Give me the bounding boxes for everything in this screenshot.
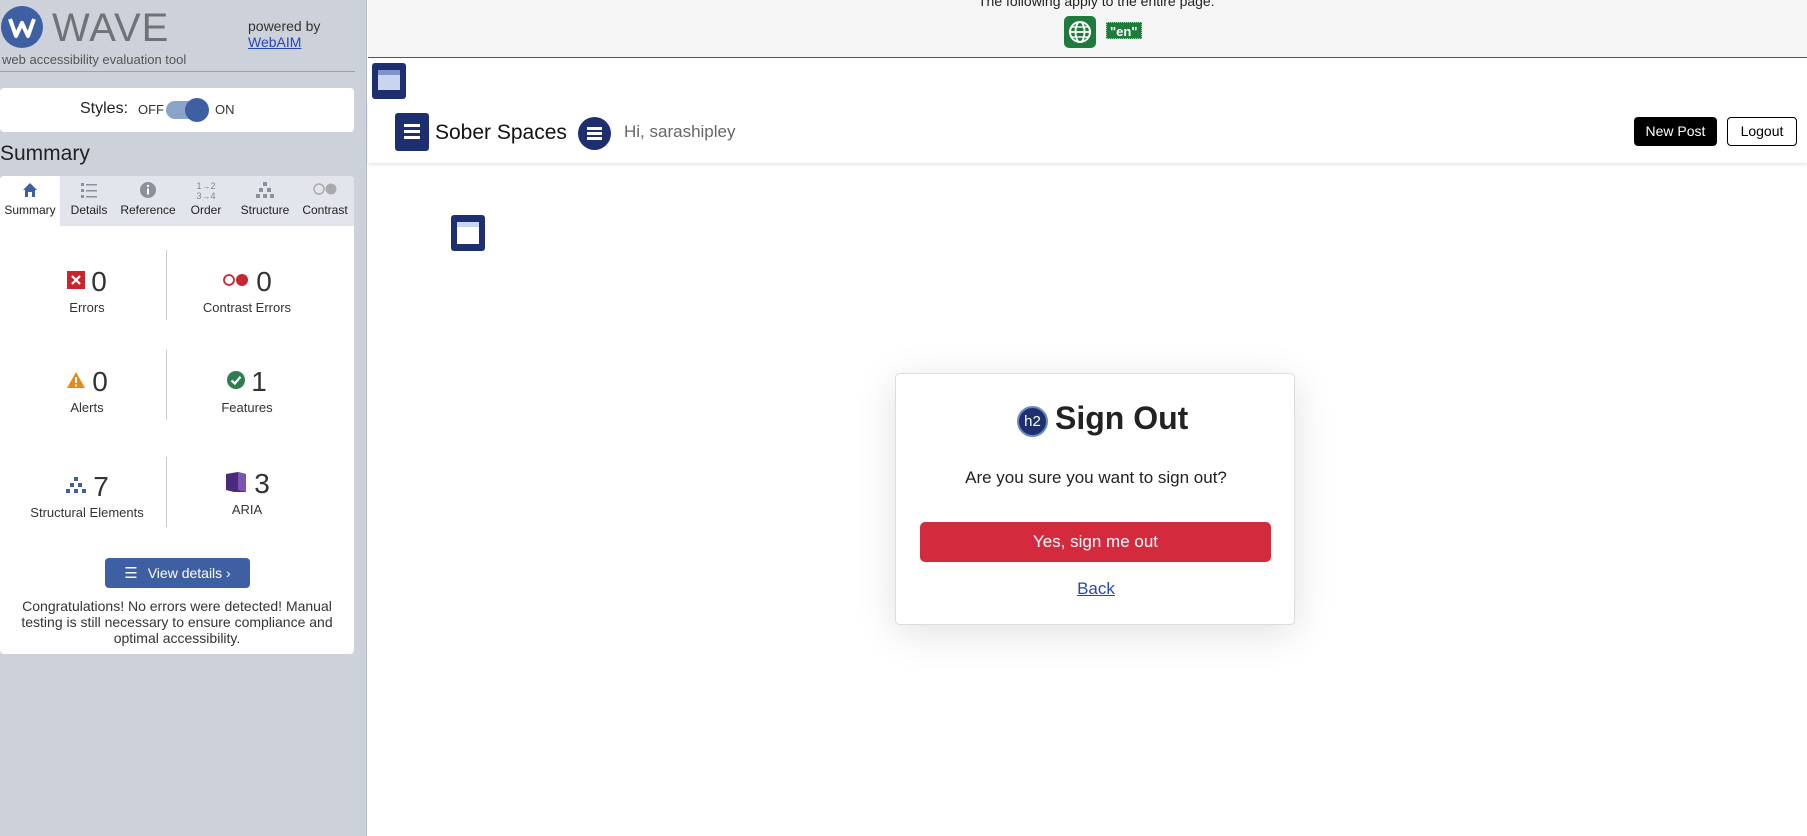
info-icon [118,176,178,200]
stat-errors[interactable]: 0 Errors [12,266,162,315]
stat-label: Errors [69,300,105,315]
stat-label: Structural Elements [30,505,144,520]
tab-reference[interactable]: Reference [118,176,178,226]
stat-value: 0 [256,266,272,297]
stat-label: ARIA [231,502,263,517]
styles-toggle-knob[interactable] [185,98,209,122]
stat-label: Features [221,400,273,415]
tab-structure[interactable]: Structure [234,176,296,226]
aria-landmark-icon[interactable] [372,63,406,99]
list-icon: ☰ [124,565,138,582]
list-icon [60,176,118,200]
order-icon: 1→2 3→4 [196,181,216,201]
tab-details[interactable]: Details [60,176,118,226]
wave-logo-icon [1,6,43,48]
aria-landmark-icon-inner [378,70,400,90]
h2-heading-badge[interactable]: h2 [1017,406,1048,437]
brand-bars [404,124,420,127]
language-globe-icon[interactable] [1064,16,1096,48]
stat-label: Contrast Errors [202,300,292,315]
stat-aria[interactable]: 3 ARIA [172,468,322,517]
tab-label: Reference [120,203,176,217]
divider [166,457,167,527]
logout-button[interactable]: Logout [1727,117,1797,146]
stat-value: 7 [93,471,109,502]
wave-tagline: web accessibility evaluation tool [2,52,187,67]
hierarchy-icon [234,176,296,200]
back-link[interactable]: Back [896,579,1296,599]
styles-toggle-box: Styles: OFF ON [0,88,354,132]
list-line [587,132,602,135]
stat-value: 0 [91,266,107,297]
structure-icon [65,476,87,499]
aria-icon [224,471,248,498]
confirm-signout-button[interactable]: Yes, sign me out [920,522,1271,562]
signout-card: h2 Sign Out Are you sure you want to sig… [895,373,1295,625]
view-details-button[interactable]: ☰ View details › [105,558,250,588]
aria-main-icon-inner [457,222,479,244]
powered-by: powered by WebAIM [248,18,320,50]
page-wide-text: The following apply to the entire page: [978,0,1215,9]
wave-summary-panel: Summary Details Reference 1→23→4 Order [0,176,354,654]
feature-icon [227,370,246,394]
tab-summary[interactable]: Summary [0,176,60,226]
brand-name[interactable]: Sober Spaces [435,121,567,145]
stat-value: 1 [251,366,267,397]
wave-sidebar: WAVE web accessibility evaluation tool p… [0,0,367,836]
contrast-error-icon [222,273,250,292]
stat-label: Alerts [70,400,104,415]
aria-main-icon[interactable] [451,215,485,251]
view-details-label: View details › [147,565,231,581]
aria-list-icon[interactable] [578,117,611,150]
styles-label: Styles: [80,100,129,117]
tab-label: Details [70,203,108,217]
tab-label: Contrast [302,203,348,217]
stat-contrast-errors[interactable]: 0 Contrast Errors [172,266,322,315]
wave-header: WAVE web accessibility evaluation tool p… [0,0,355,72]
wave-tabs: Summary Details Reference 1→23→4 Order [0,176,354,226]
styles-off-label: OFF [138,102,164,117]
divider [166,350,167,420]
webaim-link[interactable]: WebAIM [248,34,301,50]
tab-label: Structure [240,203,290,217]
user-greeting: Hi, sarashipley [624,122,736,141]
stat-alerts[interactable]: 0 Alerts [12,366,162,415]
site-header: Sober Spaces Hi, sarashipley New Post Lo… [368,100,1807,163]
stat-value: 3 [254,468,270,499]
tab-label: Order [190,203,222,217]
page-wide-features-bar: The following apply to the entire page: … [368,0,1807,58]
tab-order[interactable]: 1→2 3→4 Order [178,176,234,226]
stat-features[interactable]: 1 Features [172,366,322,415]
list-line [587,127,602,130]
home-icon [0,176,60,200]
congrats-message: Congratulations! No errors were detected… [21,598,333,646]
new-post-button[interactable]: New Post [1634,117,1717,146]
stat-structural[interactable]: 7 Structural Elements [12,471,162,520]
error-icon [67,270,86,294]
alert-icon [66,371,86,394]
list-line [587,137,602,140]
wave-logo-text: WAVE [52,6,170,50]
contrast-icon [296,176,354,200]
brand-logo-icon[interactable] [395,113,429,151]
page-title: Sign Out [1055,400,1189,436]
language-badge: "en" [1106,22,1142,39]
powered-by-text: powered by [248,18,321,34]
tab-contrast[interactable]: Contrast [296,176,354,226]
divider [166,250,167,320]
styles-on-label: ON [215,102,235,117]
summary-heading: Summary [0,142,90,165]
signout-question: Are you sure you want to sign out? [965,468,1227,487]
tab-label: Summary [4,203,56,217]
stat-value: 0 [92,366,108,397]
